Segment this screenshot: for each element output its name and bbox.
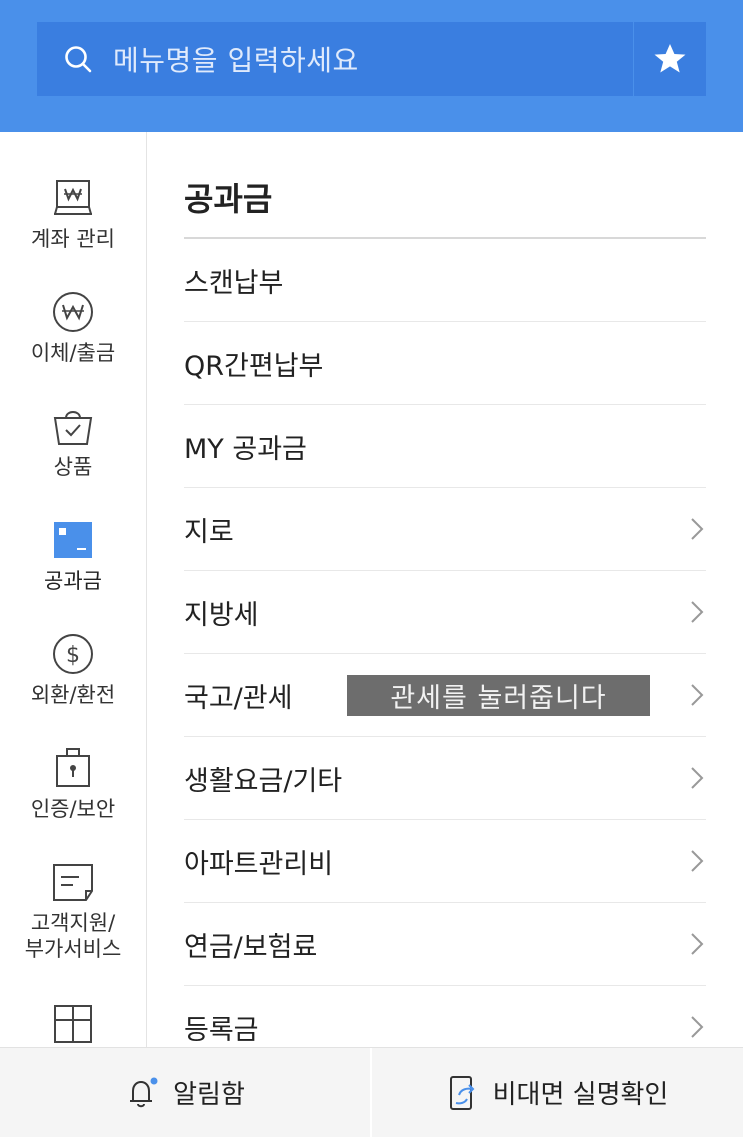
menu-item-my-bills[interactable]: MY 공과금 (184, 405, 706, 488)
hint-toast: 관세를 눌러줍니다 (347, 675, 650, 716)
account-won-icon (51, 176, 95, 220)
sidebar-item-account[interactable]: 계좌 관리 (0, 132, 146, 251)
chevron-right-icon (691, 601, 704, 623)
non-face-to-face-verification-button[interactable]: 비대면 실명확인 (372, 1048, 743, 1137)
won-coin-icon (51, 290, 95, 334)
search-placeholder: 메뉴명을 입력하세요 (113, 44, 359, 77)
sidebar-item-transfer[interactable]: 이체/출금 (0, 246, 146, 365)
menu-item-label: 지방세 (184, 599, 259, 631)
menu-item-label: 아파트관리비 (184, 848, 334, 880)
lock-icon (51, 746, 95, 790)
menu-item-pension-insurance[interactable]: 연금/보험료 (184, 903, 706, 986)
bell-icon (130, 1077, 158, 1107)
support-icon (51, 860, 95, 904)
sidebar-item-support[interactable]: 고객지원/ 부가서비스 (0, 816, 146, 961)
menu-item-local-tax[interactable]: 지방세 (184, 571, 706, 654)
chevron-right-icon (691, 767, 704, 789)
menu-item-label: 지로 (184, 516, 234, 548)
menu-item-apartment-fee[interactable]: 아파트관리비 (184, 820, 706, 903)
menu-item-label: 국고/관세 (184, 682, 293, 714)
category-sidebar: 계좌 관리 이체/출금 상품 공과금 $ 외환/환전 인증/보안 고객지원/ 부… (0, 132, 147, 1047)
menu-item-utilities[interactable]: 생활요금/기타 (184, 737, 706, 820)
chevron-right-icon (691, 850, 704, 872)
sidebar-item-gift[interactable] (0, 960, 146, 1047)
search-input[interactable]: 메뉴명을 입력하세요 (37, 22, 633, 96)
svg-text:$: $ (66, 643, 80, 668)
section-title: 공과금 (184, 180, 273, 218)
menu-item-label: 연금/보험료 (184, 931, 318, 963)
sidebar-item-security[interactable]: 인증/보안 (0, 702, 146, 821)
menu-item-label: QR간편납부 (184, 350, 324, 382)
dollar-coin-icon: $ (51, 632, 95, 676)
sidebar-item-products[interactable]: 상품 (0, 360, 146, 479)
menu-item-qr-pay[interactable]: QR간편납부 (184, 322, 706, 405)
notifications-label: 알림함 (173, 1080, 245, 1110)
chevron-right-icon (691, 684, 704, 706)
star-icon (654, 44, 686, 73)
favorites-button[interactable] (634, 22, 706, 96)
menu-item-label: 스캔납부 (184, 267, 284, 299)
sidebar-item-forex[interactable]: $ 외환/환전 (0, 588, 146, 707)
bill-icon (51, 518, 95, 562)
menu-item-label: 등록금 (184, 1014, 259, 1046)
sidebar-item-label: 고객지원/ 부가서비스 (24, 911, 122, 961)
menu-item-tuition[interactable]: 등록금 (184, 986, 706, 1047)
chevron-right-icon (691, 1016, 704, 1038)
chevron-right-icon (691, 933, 704, 955)
search-icon (65, 46, 92, 73)
chevron-right-icon (691, 518, 704, 540)
shopping-bag-icon (51, 404, 95, 448)
menu-item-label: MY 공과금 (184, 433, 307, 465)
menu-content: 공과금 스캔납부 QR간편납부 MY 공과금 지로 지방세 국고/관세 생활요금… (184, 132, 706, 1047)
gift-icon (51, 1000, 95, 1044)
menu-item-label: 생활요금/기타 (184, 765, 343, 797)
bottom-bar: 알림함 비대면 실명확인 (0, 1047, 743, 1137)
menu-item-giro[interactable]: 지로 (184, 488, 706, 571)
verification-label: 비대면 실명확인 (492, 1080, 669, 1110)
header: 메뉴명을 입력하세요 (0, 0, 743, 132)
phone-verify-icon (449, 1075, 475, 1110)
menu-item-scan-pay[interactable]: 스캔납부 (184, 239, 706, 322)
sidebar-item-bills[interactable]: 공과금 (0, 474, 146, 593)
notifications-button[interactable]: 알림함 (0, 1048, 370, 1137)
